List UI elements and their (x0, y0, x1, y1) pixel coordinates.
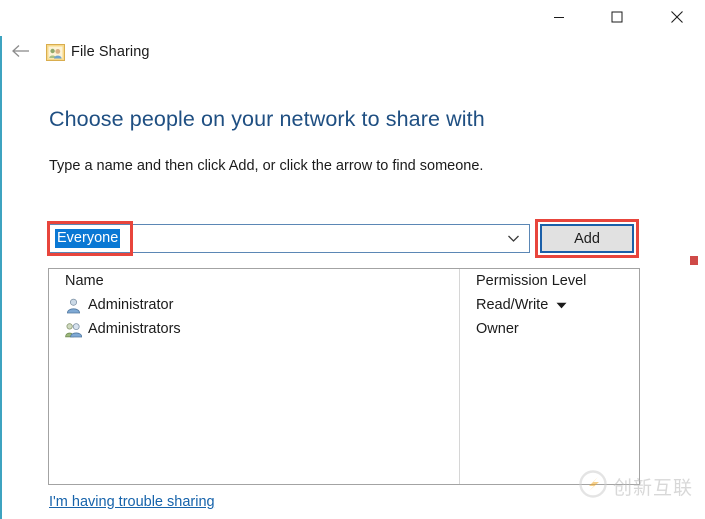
table-row[interactable]: Administrators (49, 317, 459, 341)
annotation-marker-edge (690, 256, 698, 265)
permission-cell[interactable]: Read/Write (460, 293, 639, 317)
navigation-row: File Sharing (0, 38, 705, 70)
chevron-down-icon (507, 230, 520, 248)
minimize-button[interactable] (536, 0, 582, 34)
column-header-name: Name (65, 273, 104, 289)
window-left-edge (0, 0, 2, 519)
file-sharing-window: File Sharing Choose people on your netwo… (0, 0, 705, 519)
permission-value-label: Owner (476, 321, 519, 337)
permission-cell[interactable]: Owner (460, 317, 639, 341)
maximize-button[interactable] (594, 0, 640, 34)
name-column: Name Administrator Administrators (49, 269, 459, 341)
permissions-list: Name Administrator Administrators Permis… (48, 268, 640, 485)
user-icon (65, 297, 82, 314)
back-arrow-icon (11, 43, 31, 64)
permission-value-label: Read/Write (476, 297, 549, 313)
page-subtitle: Type a name and then click Add, or click… (49, 158, 484, 174)
caret-down-icon[interactable] (556, 297, 567, 313)
close-button[interactable] (654, 0, 700, 34)
trouble-sharing-link[interactable]: I'm having trouble sharing (49, 494, 215, 510)
add-button-label: Add (574, 230, 600, 247)
table-row[interactable]: Administrator (49, 293, 459, 317)
row-name-label: Administrator (88, 297, 174, 313)
close-icon (670, 10, 684, 24)
file-sharing-people-icon (46, 43, 65, 62)
title-bar (0, 0, 705, 36)
permission-column: Permission Level Read/Write Owner (460, 269, 639, 341)
people-combobox[interactable]: Everyone (49, 224, 530, 253)
add-button[interactable]: Add (540, 224, 634, 253)
window-title: File Sharing (71, 44, 150, 60)
row-name-label: Administrators (88, 321, 181, 337)
combobox-dropdown-button[interactable] (501, 225, 525, 252)
minimize-icon (553, 11, 565, 23)
group-users-icon (65, 321, 83, 338)
text-caret (131, 229, 132, 248)
page-title: Choose people on your network to share w… (49, 107, 485, 131)
combobox-selected-text: Everyone (55, 229, 121, 248)
back-button[interactable] (6, 38, 36, 68)
column-header-permission: Permission Level (476, 273, 587, 289)
maximize-icon (611, 11, 623, 23)
